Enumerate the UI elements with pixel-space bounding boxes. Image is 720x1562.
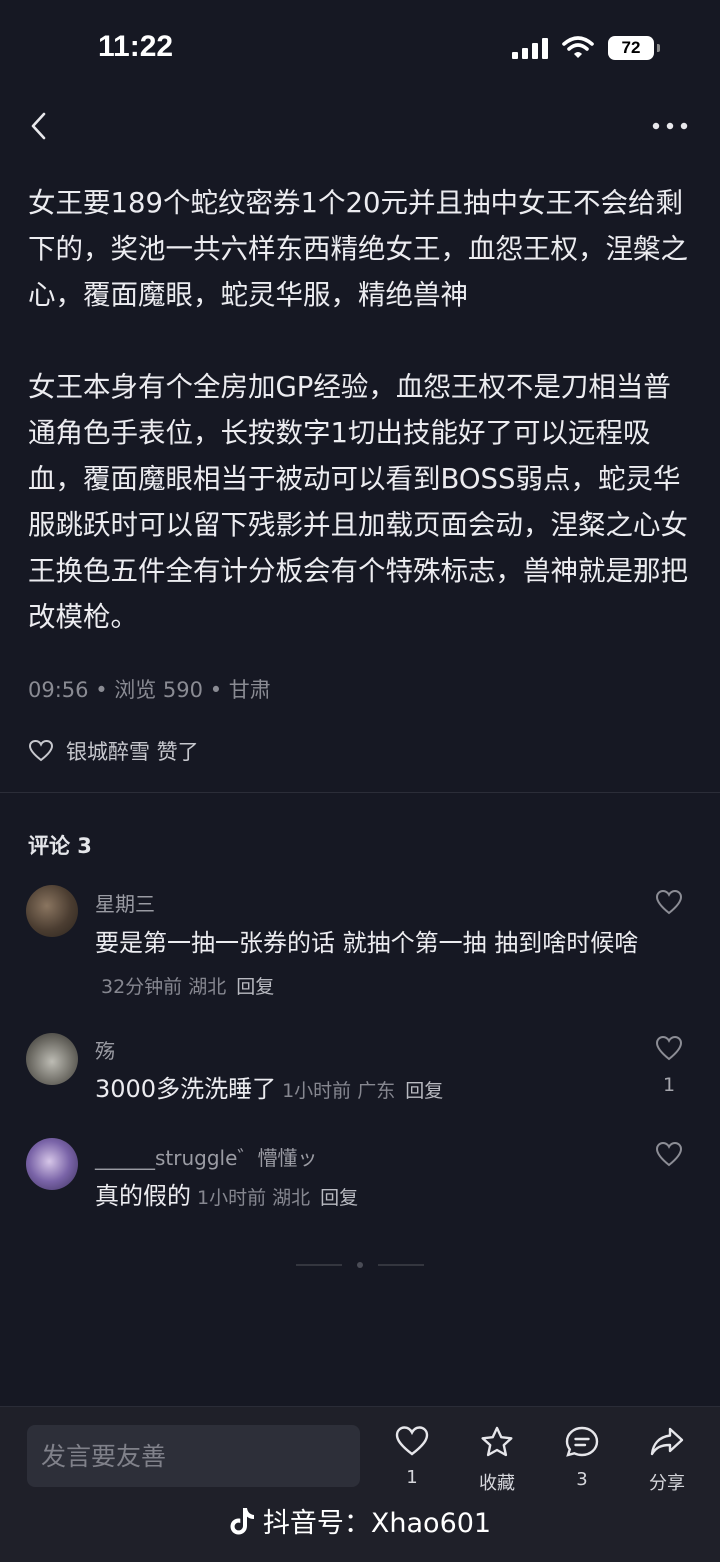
- more-options-icon[interactable]: [650, 116, 690, 136]
- reply-button[interactable]: 回复: [236, 976, 274, 998]
- liked-by-text: 银城醉雪 赞了: [66, 740, 199, 764]
- battery-icon: 72: [608, 36, 660, 60]
- divider: [0, 792, 720, 793]
- end-of-list-indicator: [296, 1262, 424, 1268]
- like-icon[interactable]: [654, 1033, 684, 1063]
- star-icon: [481, 1426, 513, 1457]
- comment-bubble-icon: [565, 1426, 599, 1457]
- comment-author[interactable]: 殇: [95, 1035, 115, 1064]
- like-icon[interactable]: [654, 1139, 684, 1169]
- back-icon[interactable]: [22, 108, 58, 144]
- post-paragraph: 女王要189个蛇纹密券1个20元并且抽中女王不会给剩下的，奖池一共六样东西精绝女…: [28, 187, 688, 311]
- reply-button[interactable]: 回复: [320, 1187, 358, 1209]
- like-count: 1: [406, 1467, 418, 1488]
- heart-icon: [28, 739, 54, 762]
- bottom-action-bar: 1 收藏 3 分享 抖音号：Xhao601: [0, 1406, 720, 1562]
- comment-text: 要是第一抽一张券的话 就抽个第一抽 抽到啥时候啥: [95, 929, 639, 957]
- comment-time: 1小时前 湖北: [197, 1187, 311, 1209]
- comment-text: 真的假的: [95, 1182, 191, 1210]
- avatar[interactable]: [26, 1138, 78, 1190]
- comment-body: 要是第一抽一张券的话 就抽个第一抽 抽到啥时候啥 32分钟前 湖北 回复: [95, 922, 655, 1008]
- watermark-text: 抖音号：Xhao601: [262, 1508, 492, 1539]
- status-time: 11:22: [98, 30, 174, 63]
- comment-count: 3: [576, 1469, 588, 1490]
- reply-button[interactable]: 回复: [405, 1080, 443, 1102]
- wifi-icon: [562, 36, 594, 58]
- douyin-logo-icon: [230, 1507, 254, 1534]
- share-label: 分享: [649, 1473, 685, 1494]
- post-paragraph: 女王本身有个全房加GP经验，血怨王权不是刀相当普通角色手表位，长按数字1切出技能…: [28, 371, 688, 633]
- liked-by-row: 银城醉雪 赞了: [28, 736, 199, 766]
- favorite-label: 收藏: [479, 1473, 515, 1494]
- like-count: 1: [662, 1074, 676, 1096]
- share-button[interactable]: 分享: [637, 1425, 697, 1495]
- comment-author[interactable]: 星期三: [95, 888, 155, 917]
- like-button[interactable]: 1: [382, 1425, 442, 1488]
- comment-time: 1小时前 广东: [282, 1080, 396, 1102]
- favorite-button[interactable]: 收藏: [467, 1425, 527, 1495]
- douyin-watermark: 抖音号：Xhao601: [0, 1501, 720, 1540]
- comment-input[interactable]: [27, 1425, 360, 1487]
- comment-input-container[interactable]: [27, 1425, 360, 1487]
- comment-button[interactable]: 3: [552, 1425, 612, 1490]
- comment-body: 3000多洗洗睡了 1小时前 广东 回复: [95, 1068, 655, 1112]
- comment-author[interactable]: ______struggle゛懵懂ッ: [95, 1142, 317, 1171]
- comment-text: 3000多洗洗睡了: [95, 1075, 277, 1103]
- cellular-signal-icon: [512, 37, 548, 59]
- heart-icon: [395, 1426, 429, 1456]
- share-arrow-icon: [650, 1427, 684, 1456]
- comment-time: 32分钟前 湖北: [101, 976, 227, 998]
- avatar[interactable]: [26, 1033, 78, 1085]
- post-body: 女王要189个蛇纹密券1个20元并且抽中女王不会给剩下的，奖池一共六样东西精绝女…: [28, 180, 692, 640]
- post-meta: 09:56 • 浏览 590 • 甘肃: [28, 678, 271, 702]
- status-bar: 11:22 72: [0, 0, 720, 100]
- comments-title: 评论 3: [28, 834, 92, 858]
- comment-body: 真的假的 1小时前 湖北 回复: [95, 1175, 655, 1219]
- like-icon[interactable]: [654, 887, 684, 917]
- avatar[interactable]: [26, 885, 78, 937]
